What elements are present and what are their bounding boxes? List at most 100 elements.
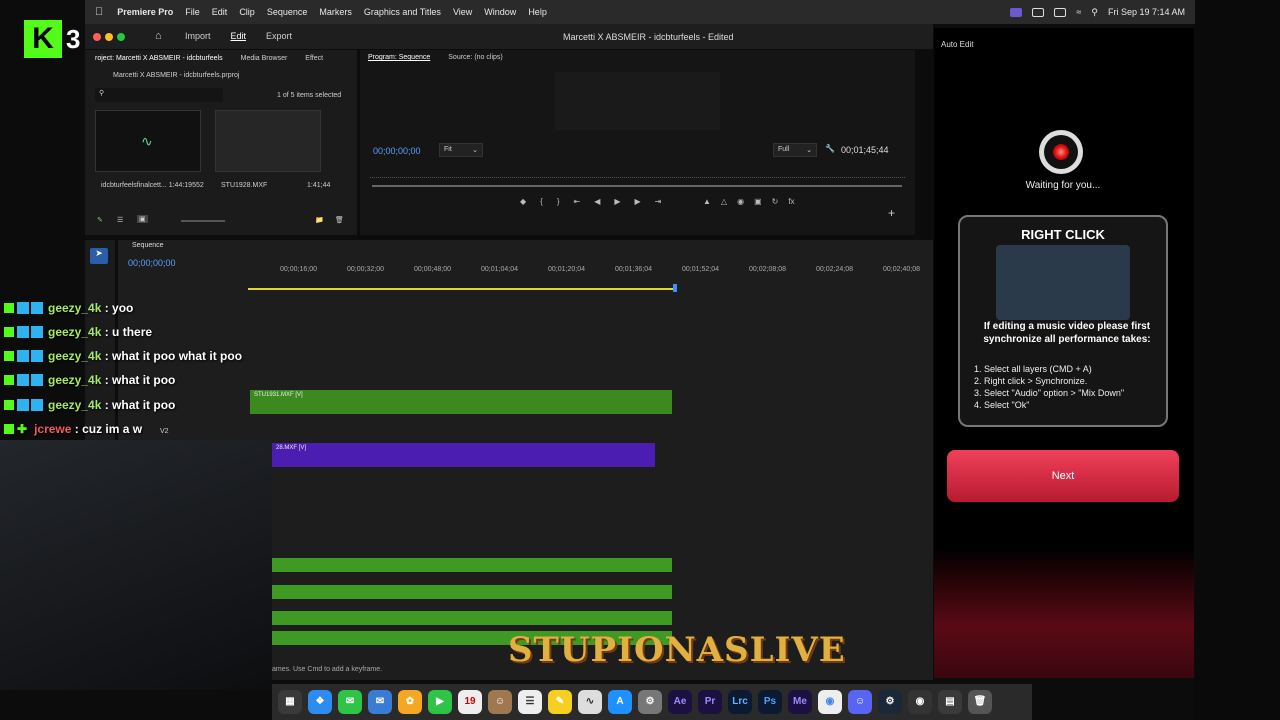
battery-icon[interactable] (1054, 7, 1067, 17)
zoom-slider[interactable] (181, 220, 225, 222)
tab-source[interactable]: Source: (no clips) (448, 54, 502, 61)
contacts-icon[interactable]: ☺ (488, 690, 512, 714)
lightroom-classic-icon[interactable]: Lrc (728, 690, 752, 714)
program-timecode[interactable]: 00;00;00;00 (373, 146, 421, 156)
lift-icon[interactable]: ▲ (703, 197, 711, 206)
calendar-icon[interactable]: 19 (458, 690, 482, 714)
menu-window[interactable]: Window (484, 7, 516, 17)
list-view-icon[interactable]: ☰ (117, 216, 123, 224)
project-item-video[interactable] (215, 110, 321, 172)
mail-icon[interactable]: ✉ (368, 690, 392, 714)
discord-icon[interactable]: ☺ (848, 690, 872, 714)
after-effects-icon[interactable]: Ae (668, 690, 692, 714)
quality-dropdown[interactable]: Full ⌄ (773, 143, 817, 157)
photos-icon[interactable]: ✿ (398, 690, 422, 714)
chrome-icon[interactable]: ◉ (818, 690, 842, 714)
audio-clip[interactable] (272, 558, 672, 572)
go-to-in-icon[interactable]: ⇤ (574, 197, 581, 206)
menu-view[interactable]: View (453, 7, 472, 17)
launchpad-icon[interactable]: ▦ (278, 690, 302, 714)
notes-icon[interactable]: ✎ (548, 690, 572, 714)
tab-project[interactable]: roject: Marcetti X ABSMEIR - idcbturfeel… (95, 55, 223, 62)
freeform-icon[interactable]: ∿ (578, 690, 602, 714)
project-search-input[interactable]: ⚲ (95, 88, 223, 102)
obs-icon[interactable]: ◉ (908, 690, 932, 714)
settings-icon[interactable]: ⚙ (638, 690, 662, 714)
photoshop-icon[interactable]: Ps (758, 690, 782, 714)
messages-icon[interactable]: ✉ (338, 690, 362, 714)
camera-icon[interactable]: ◉ (737, 197, 744, 206)
dropbox-icon[interactable] (1032, 7, 1045, 17)
menu-graphics-titles[interactable]: Graphics and Titles (364, 7, 441, 17)
panel-title[interactable]: Auto Edit (941, 40, 973, 49)
menu-file[interactable]: File (185, 7, 200, 17)
chat-message: geezy_4k : what it poo (4, 369, 175, 391)
wrench-icon[interactable]: 🔧 (825, 144, 835, 153)
fx-icon[interactable]: fx (788, 197, 794, 206)
timeline-timecode[interactable]: 00;00;00;00 (128, 258, 176, 268)
menu-help[interactable]: Help (528, 7, 547, 17)
new-bin-icon[interactable]: 📁 (315, 216, 324, 224)
trash-dock-icon[interactable]: 🗑 (968, 690, 992, 714)
menu-sequence[interactable]: Sequence (267, 7, 308, 17)
fit-dropdown[interactable]: Fit ⌄ (439, 143, 483, 157)
work-area-bar[interactable] (248, 288, 675, 290)
next-button[interactable]: Next (947, 450, 1179, 502)
tab-edit[interactable]: Edit (231, 31, 247, 41)
program-scrubber[interactable] (372, 185, 902, 187)
reminders-icon[interactable]: ☰ (518, 690, 542, 714)
chat-message: geezy_4k : yoo (4, 297, 133, 319)
playhead[interactable] (673, 284, 677, 292)
loop-icon[interactable]: ↻ (772, 197, 779, 206)
facetime-icon[interactable]: ▶ (428, 690, 452, 714)
tab-effects[interactable]: Effect (305, 55, 323, 62)
add-button-icon[interactable]: + (888, 206, 895, 220)
pencil-icon[interactable]: ✎ (97, 216, 103, 224)
screen-share-icon[interactable] (1010, 7, 1023, 17)
spotlight-icon[interactable]: ⚲ (1091, 7, 1098, 18)
menu-clock[interactable]: Fri Sep 19 7:14 AM (1108, 7, 1185, 17)
project-item-audio[interactable]: ∿ (95, 110, 201, 172)
auto-edit-panel: Auto Edit Waiting for you... RIGHT CLICK… (934, 28, 1194, 678)
step-forward-icon[interactable]: ▶ (635, 197, 641, 206)
mark-in-icon[interactable]: { (540, 197, 543, 206)
video-clip[interactable]: 28.MXF [V] (272, 443, 655, 467)
go-to-out-icon[interactable]: ⇥ (655, 197, 662, 206)
compare-icon[interactable]: ▣ (754, 197, 762, 206)
apple-icon[interactable]:  (95, 6, 103, 18)
tab-import[interactable]: Import (185, 31, 211, 41)
menu-app-name[interactable]: Premiere Pro (117, 7, 173, 17)
marker-icon[interactable]: ◆ (520, 197, 526, 206)
home-icon[interactable]: ⌂ (155, 30, 162, 42)
tab-program[interactable]: Program: Sequence (368, 54, 430, 61)
folder-icon[interactable]: ▤ (938, 690, 962, 714)
mark-out-icon[interactable]: } (557, 197, 560, 206)
steam-icon[interactable]: ⚙ (878, 690, 902, 714)
icon-view-icon[interactable]: ▣ (137, 215, 148, 223)
media-encoder-icon[interactable]: Me (788, 690, 812, 714)
step-back-icon[interactable]: ◀ (594, 197, 600, 206)
minimize-window-button[interactable] (105, 33, 113, 41)
close-window-button[interactable] (93, 33, 101, 41)
trash-icon[interactable]: 🗑 (335, 216, 344, 224)
tab-sequence[interactable]: Sequence (132, 242, 164, 249)
menu-clip[interactable]: Clip (239, 7, 255, 17)
project-item-duration: 1:41;44 (307, 182, 331, 189)
audio-clip[interactable] (272, 585, 672, 599)
menu-markers[interactable]: Markers (319, 7, 352, 17)
selection-tool-icon[interactable]: ➤ (90, 248, 108, 264)
safari-icon[interactable]: ❖ (308, 690, 332, 714)
video-clip[interactable]: STU1931.MXF [V] (250, 390, 672, 414)
wifi-icon[interactable]: ≈ (1076, 7, 1081, 17)
program-ruler[interactable] (370, 168, 905, 178)
timeline-ruler[interactable]: 00;00;16;00 00;00;32;00 00;00;48;00 00;0… (280, 266, 923, 273)
premiere-pro-icon[interactable]: Pr (698, 690, 722, 714)
tab-media-browser[interactable]: Media Browser (241, 55, 288, 62)
tab-export[interactable]: Export (266, 31, 292, 41)
play-button[interactable]: ▶ (614, 197, 620, 206)
zoom-window-button[interactable] (117, 33, 125, 41)
app-store-icon[interactable]: A (608, 690, 632, 714)
audio-clip[interactable] (272, 611, 672, 625)
extract-icon[interactable]: △ (721, 197, 727, 206)
menu-edit[interactable]: Edit (212, 7, 228, 17)
